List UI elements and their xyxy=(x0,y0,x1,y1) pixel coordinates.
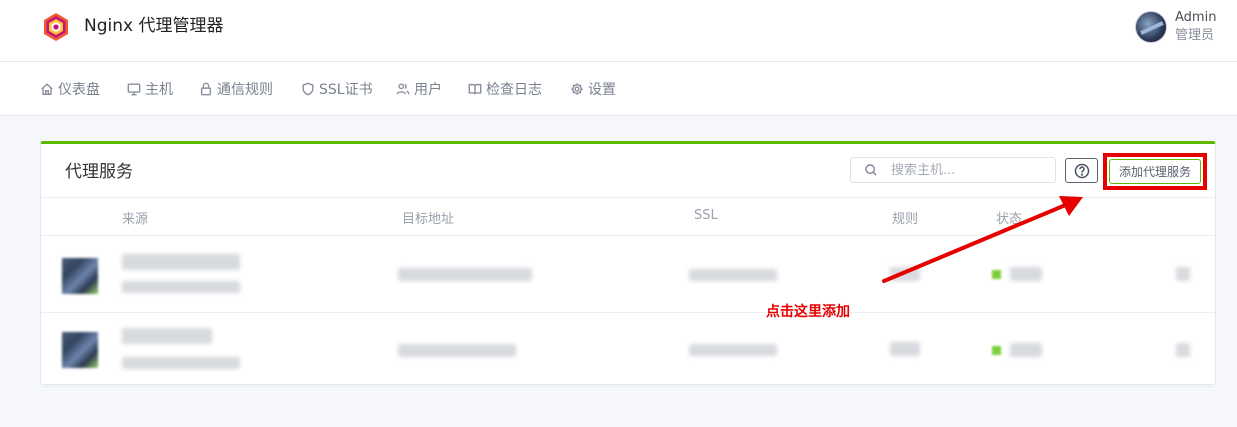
users-icon xyxy=(396,83,410,95)
nav-label: SSL证书 xyxy=(319,82,373,98)
nav-item-ssl[interactable]: SSL证书 xyxy=(301,79,373,99)
redacted-destination xyxy=(398,344,516,357)
row-menu-icon[interactable] xyxy=(1176,343,1190,357)
nav-label: 通信规则 xyxy=(217,82,273,98)
nav-label: 主机 xyxy=(145,82,173,98)
nav-label: 设置 xyxy=(588,82,616,98)
nav-item-access-lists[interactable]: 通信规则 xyxy=(199,79,273,99)
home-icon xyxy=(41,83,53,95)
redacted-destination xyxy=(398,268,532,281)
owner-avatar xyxy=(62,258,98,294)
help-icon xyxy=(1074,163,1089,178)
redacted-ssl xyxy=(689,344,777,356)
redacted-created xyxy=(122,281,240,293)
shield-icon xyxy=(302,82,314,96)
app-title: Nginx 代理管理器 xyxy=(84,16,224,36)
nav-item-hosts[interactable]: 主机 xyxy=(127,79,173,99)
nav-label: 仪表盘 xyxy=(58,82,100,98)
row-menu-icon[interactable] xyxy=(1176,267,1190,281)
redacted-domain[interactable] xyxy=(122,254,240,270)
annotation-text: 点击这里添加 xyxy=(766,304,850,320)
owner-avatar xyxy=(62,332,98,368)
monitor-icon xyxy=(127,83,141,96)
nav-item-audit-log[interactable]: 检查日志 xyxy=(468,79,542,99)
redacted-created xyxy=(122,357,240,369)
col-destination: 目标地址 xyxy=(402,212,455,227)
col-ssl: SSL xyxy=(694,208,718,223)
col-source: 来源 xyxy=(122,212,149,227)
nav-item-settings[interactable]: 设置 xyxy=(570,79,616,99)
app-logo-icon[interactable] xyxy=(40,11,72,43)
add-button-highlight: 添加代理服务 xyxy=(1103,153,1207,190)
user-name[interactable]: Admin xyxy=(1175,10,1216,26)
nav-label: 检查日志 xyxy=(486,82,542,98)
nav-item-users[interactable]: 用户 xyxy=(396,79,442,99)
table-row[interactable] xyxy=(41,313,1215,387)
user-role: 管理员 xyxy=(1175,28,1215,43)
redacted-rules xyxy=(890,267,920,281)
search-box[interactable] xyxy=(850,157,1056,183)
main-nav: 仪表盘 主机 通信规则 SSL证书 用户 检查日志 设置 xyxy=(0,62,1237,116)
proxy-hosts-card: 代理服务 添加代理服务 来源 目标地址 SSL 规则 状态 xyxy=(40,141,1216,387)
search-input[interactable] xyxy=(891,162,1051,178)
nav-label: 用户 xyxy=(414,82,442,98)
table-header: 来源 目标地址 SSL 规则 状态 xyxy=(41,197,1215,236)
lock-icon xyxy=(200,82,212,96)
book-icon xyxy=(468,83,482,95)
top-bar: Nginx 代理管理器 Admin 管理员 xyxy=(0,0,1237,62)
add-proxy-host-button[interactable]: 添加代理服务 xyxy=(1109,159,1201,184)
card-title: 代理服务 xyxy=(65,162,133,182)
nav-item-dashboard[interactable]: 仪表盘 xyxy=(40,79,100,99)
col-status: 状态 xyxy=(996,212,1023,227)
status-dot xyxy=(992,270,1001,279)
redacted-domain[interactable] xyxy=(122,328,212,344)
help-button[interactable] xyxy=(1065,158,1098,183)
table-row[interactable] xyxy=(41,239,1215,313)
redacted-ssl xyxy=(689,269,777,281)
user-avatar[interactable] xyxy=(1135,11,1167,43)
redacted-rules xyxy=(890,342,920,356)
redacted-status xyxy=(1010,267,1042,281)
search-icon xyxy=(865,164,877,176)
gear-icon xyxy=(571,83,583,95)
col-rules: 规则 xyxy=(892,212,919,227)
status-dot xyxy=(992,346,1001,355)
redacted-status xyxy=(1010,343,1042,357)
